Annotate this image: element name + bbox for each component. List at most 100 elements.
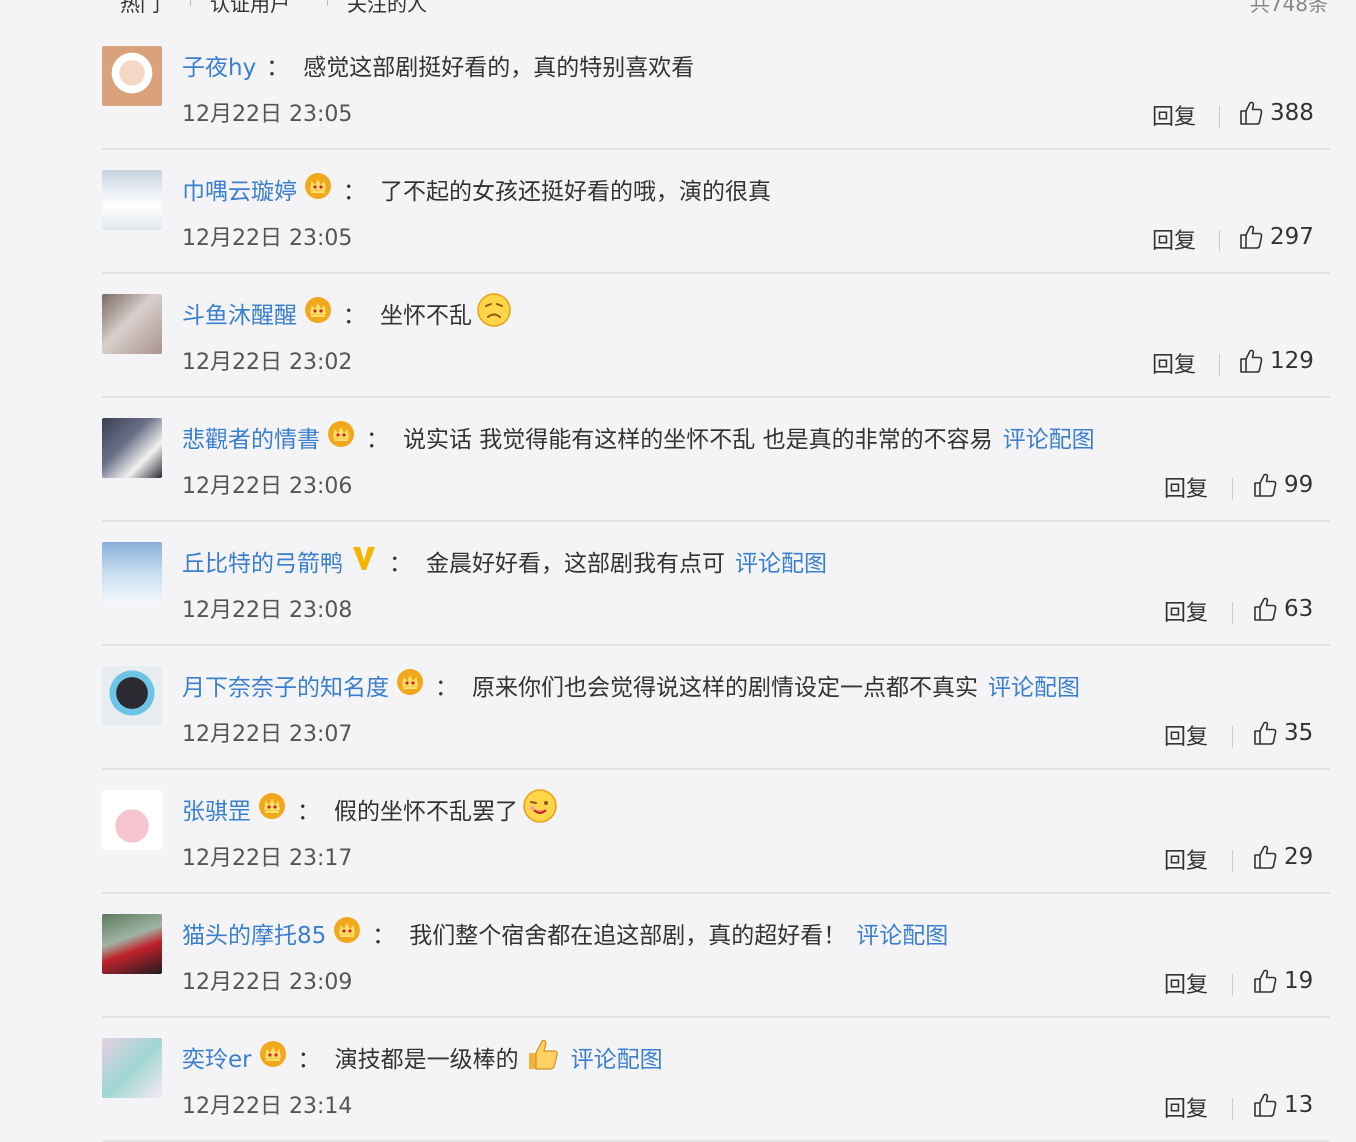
colon-separator: ： [343, 179, 366, 205]
comment-item: 奕玲er ： 演技都是一级棒的 评论配图 12月22日 23:14 回复 13 [102, 0, 1330, 1142]
thumbs-up-icon [1238, 224, 1270, 250]
username-link[interactable]: 悲觀者的情書 [182, 420, 320, 454]
username-link[interactable]: 奕玲er [182, 1040, 252, 1074]
crown-icon[interactable] [332, 915, 362, 951]
username-link[interactable]: 猫头的摩托85 [182, 916, 326, 950]
comment-content-line: 猫头的摩托85 ： 我们整个宿舍都在追这部剧，真的超好看！ 评论配图 [182, 915, 948, 951]
comment-content-line: 张骐罡 ： 假的坐怀不乱罢了 [182, 788, 558, 830]
like-button[interactable]: 63 [1252, 596, 1313, 622]
tab-verified[interactable]: 认证用户 [210, 0, 290, 17]
crown-icon[interactable] [395, 667, 425, 703]
comment-filter-bar: 热门 认证用户 关注的人 共748条 [0, 0, 1356, 16]
comment-picture-link[interactable]: 评论配图 [1003, 420, 1095, 454]
reply-button[interactable]: 回复 [1164, 1091, 1208, 1123]
reply-button[interactable]: 回复 [1152, 223, 1196, 255]
like-button[interactable]: 297 [1238, 224, 1314, 250]
thumbs-up-icon [1252, 844, 1284, 870]
username-link[interactable]: 斗鱼沐醒醒 [182, 296, 297, 330]
like-count: 19 [1284, 968, 1314, 994]
username-link[interactable]: 张骐罡 [182, 792, 251, 826]
like-button[interactable]: 129 [1238, 348, 1314, 374]
avatar[interactable] [102, 170, 162, 230]
comment-timestamp: 12月22日 23:14 [182, 1094, 353, 1119]
action-divider [1219, 230, 1220, 252]
like-button[interactable]: 99 [1252, 472, 1313, 498]
comment-text: 坐怀不乱 [380, 303, 472, 329]
colon-separator: ： [435, 675, 458, 701]
avatar[interactable] [102, 418, 162, 478]
username-link[interactable]: 子夜hy [182, 48, 256, 82]
reply-button[interactable]: 回复 [1164, 843, 1208, 875]
reply-button[interactable]: 回复 [1164, 719, 1208, 751]
reply-button[interactable]: 回复 [1152, 347, 1196, 379]
comment-timestamp: 12月22日 23:08 [182, 598, 353, 623]
comment-text: 说实话 我觉得能有这样的坐怀不乱 也是真的非常的不容易 [403, 427, 993, 453]
like-button[interactable]: 13 [1252, 1092, 1313, 1118]
action-divider [1232, 850, 1233, 872]
comment-content-line: 子夜hy ： 感觉这部剧挺好看的，真的特别喜欢看 [182, 47, 694, 83]
action-divider [1232, 478, 1233, 500]
crown-icon[interactable] [303, 295, 333, 331]
action-divider [1232, 974, 1233, 996]
comment-divider [102, 272, 1330, 274]
tab-hot[interactable]: 热门 [120, 0, 160, 17]
comment-timestamp: 12月22日 23:02 [182, 350, 353, 375]
like-button[interactable]: 35 [1252, 720, 1313, 746]
avatar[interactable] [102, 294, 162, 354]
action-divider [1232, 1098, 1233, 1120]
crown-icon[interactable] [258, 1039, 288, 1075]
crown-icon[interactable] [303, 171, 333, 207]
reply-button[interactable]: 回复 [1164, 471, 1208, 503]
avatar[interactable] [102, 914, 162, 974]
comment-text: 我们整个宿舍都在追这部剧，真的超好看！ [409, 923, 847, 949]
comment-text: 感觉这部剧挺好看的，真的特别喜欢看 [303, 55, 695, 81]
wink-face-icon [522, 788, 558, 830]
like-count: 388 [1270, 100, 1314, 126]
reply-button[interactable]: 回复 [1164, 967, 1208, 999]
thumbs-up-icon [1238, 100, 1270, 126]
comment-content-line: 悲觀者的情書 ： 说实话 我觉得能有这样的坐怀不乱 也是真的非常的不容易 评论配图 [182, 419, 1095, 455]
avatar[interactable] [102, 46, 162, 106]
reply-button[interactable]: 回复 [1164, 595, 1208, 627]
comment-content-line: 丘比特的弓箭鸭 ： 金晨好好看，这部剧我有点可 评论配图 [182, 543, 827, 579]
reply-button[interactable]: 回复 [1152, 99, 1196, 131]
thumbs-up-icon [1252, 720, 1284, 746]
like-button[interactable]: 19 [1252, 968, 1313, 994]
colon-separator: ： [343, 303, 366, 329]
like-count: 13 [1284, 1092, 1314, 1118]
comment-timestamp: 12月22日 23:06 [182, 474, 353, 499]
comment-text: 原来你们也会觉得说这样的剧情设定一点都不真实 [472, 675, 978, 701]
comment-content-line: 奕玲er ： 演技都是一级棒的 评论配图 [182, 1039, 663, 1075]
action-divider [1232, 726, 1233, 748]
crown-icon[interactable] [326, 419, 356, 455]
tab-following[interactable]: 关注的人 [347, 0, 427, 17]
username-link[interactable]: 巾喁云璇婷 [182, 172, 297, 206]
crown-icon[interactable] [257, 791, 287, 827]
avatar[interactable] [102, 1038, 162, 1098]
comment-divider [102, 520, 1330, 522]
comment-text: 金晨好好看，这部剧我有点可 [426, 551, 725, 577]
colon-separator: ： [297, 1047, 321, 1073]
avatar[interactable] [102, 790, 162, 850]
thumbs-up-icon [1252, 472, 1284, 498]
comment-picture-link[interactable]: 评论配图 [988, 668, 1080, 702]
thumbs-up-icon [1252, 596, 1284, 622]
comment-timestamp: 12月22日 23:05 [182, 226, 353, 251]
like-count: 99 [1284, 472, 1314, 498]
comment-timestamp: 12月22日 23:05 [182, 102, 353, 127]
avatar[interactable] [102, 542, 162, 602]
username-link[interactable]: 月下奈奈子的知名度 [182, 668, 389, 702]
avatar[interactable] [102, 666, 162, 726]
thumbs-up-icon [1252, 1092, 1284, 1118]
like-button[interactable]: 29 [1252, 844, 1313, 870]
comment-picture-link[interactable]: 评论配图 [856, 916, 948, 950]
thumbs-up-icon [1252, 968, 1284, 994]
comment-timestamp: 12月22日 23:09 [182, 970, 353, 995]
action-divider [1232, 602, 1233, 624]
verified-v-icon[interactable] [349, 543, 379, 579]
like-button[interactable]: 388 [1238, 100, 1314, 126]
comment-picture-link[interactable]: 评论配图 [571, 1040, 663, 1074]
comment-picture-link[interactable]: 评论配图 [735, 544, 827, 578]
action-divider [1219, 354, 1220, 376]
username-link[interactable]: 丘比特的弓箭鸭 [182, 544, 343, 578]
